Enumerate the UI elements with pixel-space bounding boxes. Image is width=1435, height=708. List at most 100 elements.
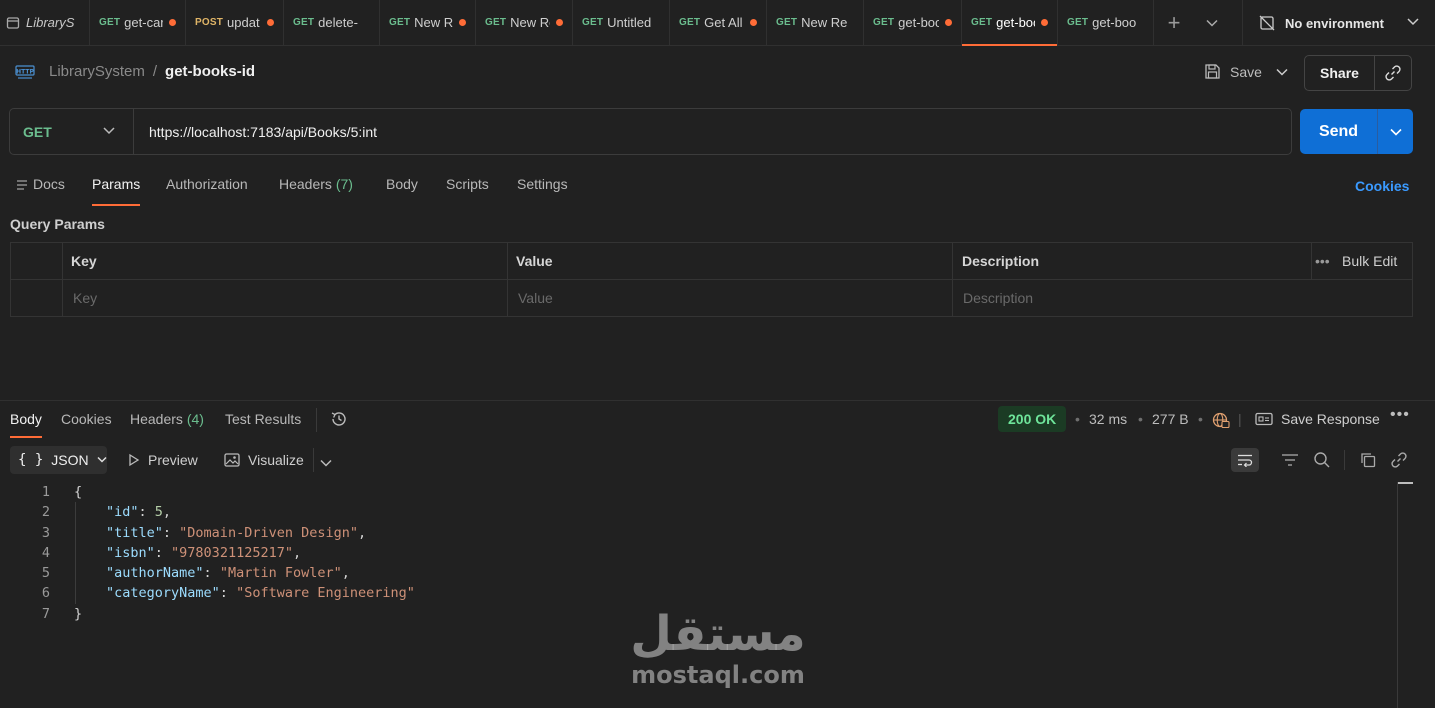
tab-body-label: Body xyxy=(386,176,418,192)
column-header-description: Description xyxy=(962,253,1040,269)
line-number: 7 xyxy=(41,606,50,622)
param-key-input[interactable]: Key xyxy=(73,280,503,317)
tab-authorization[interactable]: Authorization xyxy=(166,176,248,206)
workspace-name: LibraryS xyxy=(26,15,75,30)
status-badge[interactable]: 200 OK xyxy=(998,406,1067,432)
request-tab-9[interactable]: GET get-boo xyxy=(864,0,962,46)
preview-button[interactable]: Preview xyxy=(128,452,198,468)
tab-name: delete- xyxy=(318,15,358,30)
breadcrumb: HTTP LibrarySystem / get-books-id xyxy=(15,63,255,80)
json-key: "categoryName" xyxy=(106,585,220,601)
tab-docs[interactable]: Docs xyxy=(16,176,65,206)
tab-name: updat xyxy=(227,15,260,30)
tab-method: GET xyxy=(293,17,315,28)
search-icon[interactable] xyxy=(1308,448,1336,472)
response-size[interactable]: 277 B xyxy=(1152,411,1189,427)
tab-bar: LibraryS GET get-car POST updat GET delete-… xyxy=(0,0,1435,46)
json-key: "isbn" xyxy=(106,545,155,561)
response-tab-cookies[interactable]: Cookies xyxy=(61,411,112,427)
save-response-icon xyxy=(1255,412,1273,426)
request-tab-11[interactable]: GET get-boo xyxy=(1058,0,1154,46)
tab-list-chevron-down-icon[interactable] xyxy=(1194,0,1230,46)
column-header-key: Key xyxy=(71,253,97,269)
tab-name: New Re xyxy=(801,15,848,30)
json-key: "title" xyxy=(106,525,163,541)
tab-method: GET xyxy=(971,17,993,28)
breadcrumb-collection[interactable]: LibrarySystem xyxy=(49,63,145,80)
more-options-icon[interactable]: ••• xyxy=(1315,243,1330,280)
new-tab-plus-icon[interactable]: + xyxy=(1154,0,1194,46)
request-tab-10-active[interactable]: GETget-boo xyxy=(962,0,1058,46)
cookies-link[interactable]: Cookies xyxy=(1355,178,1409,194)
copy-link-icon[interactable] xyxy=(1375,64,1411,82)
unsaved-dot-icon xyxy=(556,19,563,26)
request-tab-6[interactable]: GET Untitled xyxy=(573,0,670,46)
divider xyxy=(313,448,314,472)
response-time[interactable]: 32 ms xyxy=(1089,411,1127,427)
json-value: "Domain-Driven Design" xyxy=(179,525,358,541)
save-options-chevron-down-icon[interactable] xyxy=(1276,68,1288,76)
request-tab-4[interactable]: GETNew Re xyxy=(380,0,476,46)
response-divider[interactable] xyxy=(0,400,1435,401)
param-description-input[interactable]: Description xyxy=(963,280,1403,317)
http-method-select[interactable]: GET xyxy=(10,109,134,154)
unsaved-dot-icon xyxy=(459,19,466,26)
request-tab-3[interactable]: GET delete- xyxy=(284,0,380,46)
link-icon[interactable] xyxy=(1385,448,1413,472)
tab-settings[interactable]: Settings xyxy=(517,176,568,206)
wrap-lines-icon[interactable] xyxy=(1231,448,1259,472)
response-tab-test-results[interactable]: Test Results xyxy=(225,411,301,427)
more-options-icon[interactable]: ••• xyxy=(1390,406,1410,424)
tab-headers[interactable]: Headers (7) xyxy=(279,176,353,206)
response-tab-headers[interactable]: Headers (4) xyxy=(130,411,204,427)
column-divider xyxy=(1311,243,1312,280)
editor-scrollbar-marker[interactable] xyxy=(1398,482,1413,484)
url-bar: GET https://localhost:7183/api/Books/5:i… xyxy=(9,108,1292,155)
request-tab-7[interactable]: GET Get All xyxy=(670,0,767,46)
save-button[interactable]: Save xyxy=(1204,63,1288,80)
indent-guide xyxy=(75,502,76,604)
tab-body[interactable]: Body xyxy=(386,176,418,206)
response-format-select[interactable]: { } JSON xyxy=(10,446,107,474)
unsaved-dot-icon xyxy=(169,19,176,26)
bulk-edit-button[interactable]: Bulk Edit xyxy=(1342,243,1397,280)
editor-scrollbar-track[interactable] xyxy=(1397,482,1398,708)
param-value-input[interactable]: Value xyxy=(518,280,948,317)
unsaved-dot-icon xyxy=(1041,19,1048,26)
filter-icon[interactable] xyxy=(1276,448,1304,472)
environment-label: No environment xyxy=(1285,15,1384,31)
share-button[interactable]: Share xyxy=(1305,56,1375,90)
response-tab-body[interactable]: Body xyxy=(10,411,42,438)
url-input[interactable]: https://localhost:7183/api/Books/5:int xyxy=(134,124,377,140)
request-tab-2[interactable]: POST updat xyxy=(186,0,284,46)
watermark-latin: mostaql.com xyxy=(631,661,805,689)
method-label: GET xyxy=(23,123,52,140)
watermark-arabic: مستقل xyxy=(630,606,806,662)
tab-method: POST xyxy=(195,17,224,28)
json-value: "Martin Fowler" xyxy=(219,565,342,581)
line-number: 5 xyxy=(41,565,50,581)
environment-selector[interactable]: No environment xyxy=(1242,0,1435,46)
request-tab-1[interactable]: GET get-car xyxy=(90,0,186,46)
request-tab-8[interactable]: GET New Re xyxy=(767,0,864,46)
breadcrumb-separator: / xyxy=(152,63,158,80)
workspace-selector[interactable]: LibraryS xyxy=(0,0,90,46)
network-globe-icon[interactable] xyxy=(1212,411,1230,432)
braces-icon: { } xyxy=(18,452,44,468)
save-disk-icon xyxy=(1205,64,1220,79)
unsaved-dot-icon xyxy=(750,19,757,26)
send-button[interactable]: Send xyxy=(1300,123,1377,141)
tab-method: GET xyxy=(99,17,121,28)
visualize-button[interactable]: Visualize xyxy=(224,452,304,468)
history-icon[interactable] xyxy=(330,410,348,431)
json-open-brace: { xyxy=(74,484,83,500)
send-button-group: Send xyxy=(1300,109,1413,154)
save-response-button[interactable]: Save Response xyxy=(1255,411,1380,427)
request-tab-5[interactable]: GETNew Re xyxy=(476,0,573,46)
tab-scripts[interactable]: Scripts xyxy=(446,176,489,206)
visualize-options-chevron-down-icon[interactable] xyxy=(320,454,332,470)
tab-params[interactable]: Params xyxy=(92,176,141,206)
page-title[interactable]: get-books-id xyxy=(165,63,255,80)
send-options-chevron-down-icon[interactable] xyxy=(1377,109,1413,154)
copy-icon[interactable] xyxy=(1354,448,1382,472)
